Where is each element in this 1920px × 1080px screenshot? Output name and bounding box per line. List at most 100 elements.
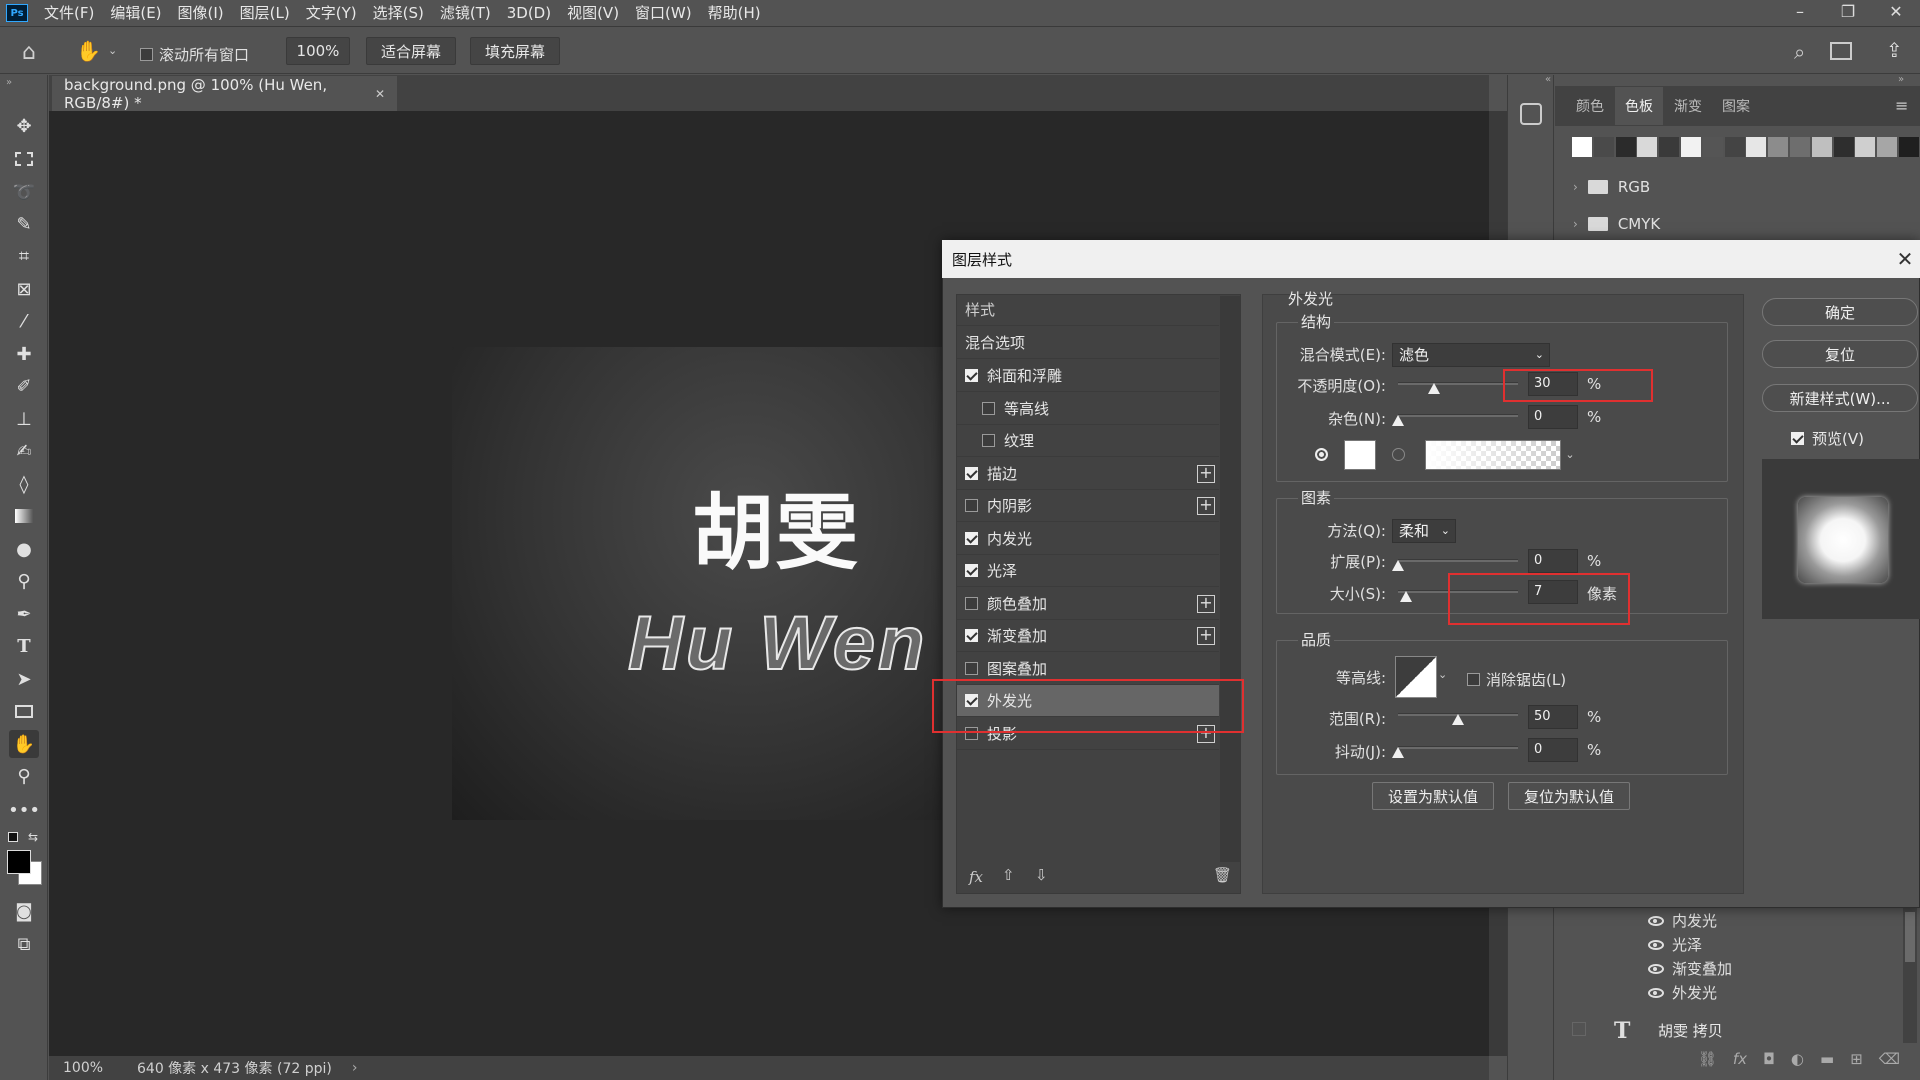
menu-image[interactable]: 图像(I) — [170, 0, 232, 27]
ok-button[interactable]: 确定 — [1762, 298, 1918, 326]
style-item-checkbox[interactable] — [982, 434, 995, 447]
style-item-checkbox[interactable] — [965, 629, 978, 642]
screen-mode-icon[interactable]: ⧉ — [9, 930, 39, 958]
document-tab[interactable]: background.png @ 100% (Hu Wen, RGB/8#) *… — [52, 76, 397, 112]
delete-layer-icon[interactable]: ⌫ — [1879, 1050, 1900, 1076]
move-down-icon[interactable]: ⇩ — [1035, 866, 1048, 884]
eye-icon[interactable] — [1648, 963, 1664, 974]
swap-colors-icon[interactable]: ⇆ — [28, 830, 38, 844]
color-swatch[interactable] — [1572, 137, 1592, 157]
size-slider-thumb[interactable] — [1400, 591, 1413, 602]
fit-screen-button[interactable]: 适合屏幕 — [366, 37, 456, 65]
style-item[interactable]: 等高线 — [957, 393, 1219, 425]
default-colors-icon[interactable] — [8, 832, 18, 842]
style-item[interactable]: 内发光 — [957, 523, 1219, 555]
swatch-folder-cmyk[interactable]: › CMYK — [1573, 215, 1660, 233]
fx-icon[interactable]: fx — [1733, 1050, 1747, 1076]
fill-screen-button[interactable]: 填充屏幕 — [470, 37, 560, 65]
scroll-all-windows[interactable]: 滚动所有窗口 — [140, 44, 249, 65]
add-effect-icon[interactable]: + — [1197, 594, 1215, 613]
hand-tool-icon[interactable]: ✋ — [76, 39, 101, 63]
style-item[interactable]: 斜面和浮雕 — [957, 360, 1219, 392]
menu-edit[interactable]: 编辑(E) — [102, 0, 169, 27]
brush-tool-icon[interactable]: ✐ — [9, 372, 39, 400]
gradient-radio[interactable] — [1392, 448, 1405, 461]
spread-input[interactable]: 0 — [1528, 549, 1578, 573]
add-effect-icon[interactable]: + — [1197, 497, 1215, 515]
restore-icon[interactable]: ❐ — [1824, 0, 1872, 27]
status-arrow-icon[interactable]: › — [352, 1060, 358, 1076]
chevron-down-icon[interactable]: ⌄ — [108, 44, 117, 57]
style-item-checkbox[interactable] — [965, 531, 978, 545]
eye-icon[interactable] — [1648, 939, 1664, 950]
close-window-icon[interactable]: ✕ — [1872, 0, 1920, 27]
quick-select-tool-icon[interactable]: ✎ — [9, 210, 39, 238]
color-swatch[interactable] — [1855, 137, 1876, 157]
menu-view[interactable]: 视图(V) — [559, 0, 627, 27]
layer-visibility-box[interactable] — [1572, 1022, 1586, 1036]
stamp-tool-icon[interactable]: ⊥ — [9, 405, 39, 433]
style-item-checkbox[interactable] — [982, 401, 995, 415]
menu-filter[interactable]: 滤镜(T) — [432, 0, 499, 27]
new-layer-icon[interactable]: ⊞ — [1850, 1050, 1863, 1076]
link-icon[interactable]: ⛓ — [1698, 1050, 1717, 1076]
collapse-left-icon[interactable]: « — [1545, 74, 1551, 85]
layer-name[interactable]: 胡雯 拷贝 — [1658, 1020, 1723, 1041]
properties-panel-icon[interactable] — [1520, 103, 1542, 125]
color-swatch[interactable] — [1659, 137, 1680, 157]
gradient-picker[interactable] — [1425, 440, 1561, 470]
style-item-checkbox[interactable] — [965, 499, 978, 512]
style-item-checkbox[interactable] — [965, 466, 978, 480]
styles-scrollbar[interactable] — [1220, 296, 1240, 862]
color-swatch[interactable] — [1746, 137, 1767, 157]
jitter-input[interactable]: 0 — [1528, 738, 1578, 762]
healing-brush-tool-icon[interactable]: ✚ — [9, 340, 39, 368]
menu-file[interactable]: 文件(F) — [36, 0, 102, 27]
type-tool-icon[interactable]: T — [9, 632, 39, 660]
color-swatch[interactable] — [1768, 137, 1789, 157]
blur-tool-icon[interactable]: ● — [9, 535, 39, 563]
crop-tool-icon[interactable]: ⌗ — [9, 242, 39, 270]
layer-effect-outer-glow[interactable]: 外发光 — [1648, 982, 1717, 1003]
menu-3d[interactable]: 3D(D) — [499, 0, 559, 27]
noise-slider-track[interactable] — [1398, 414, 1518, 417]
style-item[interactable]: 内阴影 — [957, 490, 1219, 522]
fx-menu-icon[interactable]: fx — [969, 868, 983, 886]
hand-tool-icon-selected[interactable]: ✋ — [9, 730, 39, 758]
zoom-field[interactable]: 100% — [286, 37, 350, 65]
style-item[interactable]: 纹理 — [957, 425, 1219, 457]
swatch-folder-rgb[interactable]: › RGB — [1573, 178, 1650, 196]
range-input[interactable]: 50 — [1528, 705, 1578, 729]
chevron-down-icon[interactable]: ⌄ — [1438, 668, 1447, 681]
spread-slider-track[interactable] — [1398, 559, 1518, 562]
frame-tool-icon[interactable]: ⊠ — [9, 275, 39, 303]
collapse-right-icon[interactable]: » — [1898, 74, 1904, 85]
jitter-slider-thumb[interactable] — [1392, 747, 1404, 758]
layer-effect-inner-glow[interactable]: 内发光 — [1648, 910, 1717, 931]
color-swatch[interactable] — [1811, 137, 1832, 157]
dodge-tool-icon[interactable]: ⚲ — [9, 567, 39, 595]
quick-mask-icon[interactable]: ◙ — [9, 897, 39, 925]
rectangle-tool-icon[interactable] — [9, 697, 39, 725]
color-swatch[interactable] — [1899, 137, 1919, 157]
glow-color-swatch[interactable] — [1344, 440, 1376, 470]
antialias-option[interactable]: 消除锯齿(L) — [1467, 669, 1566, 690]
add-effect-icon[interactable]: + — [1197, 464, 1215, 483]
panel-menu-icon[interactable]: ≡ — [1895, 96, 1908, 115]
color-swatch[interactable] — [1615, 137, 1636, 157]
move-up-icon[interactable]: ⇧ — [1002, 866, 1015, 884]
style-item-checkbox[interactable] — [965, 661, 978, 675]
eraser-tool-icon[interactable]: ◊ — [9, 470, 39, 498]
minimize-icon[interactable]: – — [1776, 0, 1824, 27]
new-style-button[interactable]: 新建样式(W)... — [1762, 384, 1918, 412]
menu-window[interactable]: 窗口(W) — [627, 0, 700, 27]
pen-tool-icon[interactable]: ✒ — [9, 600, 39, 628]
style-item[interactable]: 描边 — [957, 458, 1219, 490]
more-tools-icon[interactable]: ••• — [8, 796, 40, 824]
technique-select[interactable]: 柔和 ⌄ — [1392, 519, 1456, 543]
style-item[interactable]: 渐变叠加 — [957, 620, 1219, 652]
style-item-checkbox[interactable] — [965, 564, 978, 577]
path-select-tool-icon[interactable]: ➤ — [9, 665, 39, 693]
workspace-icon[interactable] — [1830, 42, 1852, 60]
add-effect-icon[interactable]: + — [1197, 627, 1215, 645]
